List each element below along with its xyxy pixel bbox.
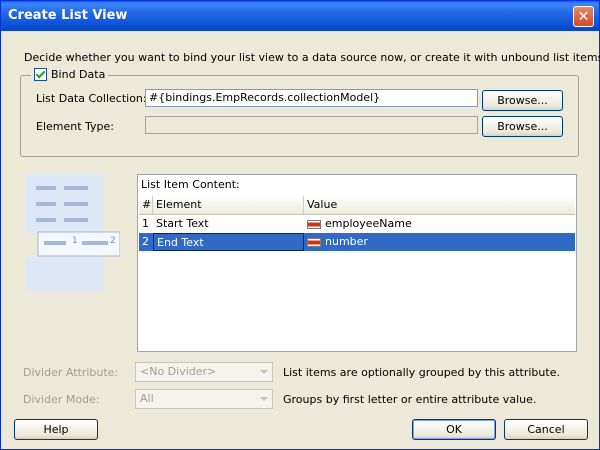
row-value[interactable]: number <box>304 233 575 251</box>
row-element[interactable]: Start Text <box>153 215 304 233</box>
browse-collection-button[interactable]: Browse... <box>482 90 563 111</box>
bind-data-checkbox[interactable] <box>34 68 47 81</box>
variable-icon <box>307 237 321 247</box>
divider-mode-label: Divider Mode: <box>23 393 100 406</box>
bind-data-legend[interactable]: Bind Data <box>31 68 109 81</box>
title-bar[interactable]: Create List View ✕ <box>1 1 599 31</box>
row-index: 1 <box>142 217 149 230</box>
browse-element-type-button[interactable]: Browse... <box>482 116 563 137</box>
row-value-text: number <box>325 235 368 248</box>
close-button[interactable]: ✕ <box>573 6 594 27</box>
row-index: 2 <box>142 235 149 248</box>
list-view-illustration <box>26 174 120 292</box>
description-text: Decide whether you want to bind your lis… <box>24 51 600 64</box>
divider-attribute-label: Divider Attribute: <box>23 366 119 379</box>
column-header-element[interactable]: Element <box>153 196 304 214</box>
list-data-collection-field[interactable]: #{bindings.EmpRecords.collectionModel} <box>145 89 478 107</box>
divider-attribute-select[interactable]: <No Divider> <box>135 362 273 382</box>
table-row[interactable]: 2 End Text number <box>139 233 575 251</box>
table-row[interactable]: 1 Start Text employeeName <box>139 215 575 233</box>
create-list-view-dialog: Create List View ✕ Decide whether you wa… <box>0 0 600 450</box>
chevron-down-icon[interactable] <box>256 391 271 407</box>
close-icon: ✕ <box>577 9 590 25</box>
illustration-label-1: 1 <box>72 236 78 246</box>
divider-attribute-hint: List items are optionally grouped by thi… <box>283 366 560 379</box>
row-value-text: employeeName <box>325 217 412 230</box>
list-data-collection-label: List Data Collection: <box>36 92 147 105</box>
divider-attribute-value: <No Divider> <box>140 365 217 378</box>
ok-button[interactable]: OK <box>412 419 496 440</box>
table-header: # Element Value <box>139 196 575 215</box>
column-header-index[interactable]: # <box>139 196 153 214</box>
variable-icon <box>307 219 321 229</box>
bind-data-label: Bind Data <box>51 68 106 81</box>
divider-mode-value: All <box>140 392 154 405</box>
divider-mode-select[interactable]: All <box>135 389 273 409</box>
help-button[interactable]: Help <box>14 419 98 440</box>
row-element[interactable]: End Text <box>153 233 304 251</box>
cancel-button[interactable]: Cancel <box>504 419 588 440</box>
illustration-label-2: 2 <box>110 236 116 246</box>
row-value[interactable]: employeeName <box>304 215 575 233</box>
element-type-label: Element Type: <box>36 120 115 133</box>
dialog-body: Decide whether you want to bind your lis… <box>4 31 600 446</box>
dialog-title: Create List View <box>8 8 128 23</box>
divider-mode-hint: Groups by first letter or entire attribu… <box>283 393 537 406</box>
chevron-down-icon[interactable] <box>256 364 271 380</box>
column-header-value[interactable]: Value <box>304 196 575 214</box>
list-item-content-caption: List Item Content: <box>141 178 240 191</box>
element-type-field[interactable] <box>145 116 478 134</box>
list-item-content-panel: List Item Content: # Element Value 1 Sta… <box>137 174 577 352</box>
